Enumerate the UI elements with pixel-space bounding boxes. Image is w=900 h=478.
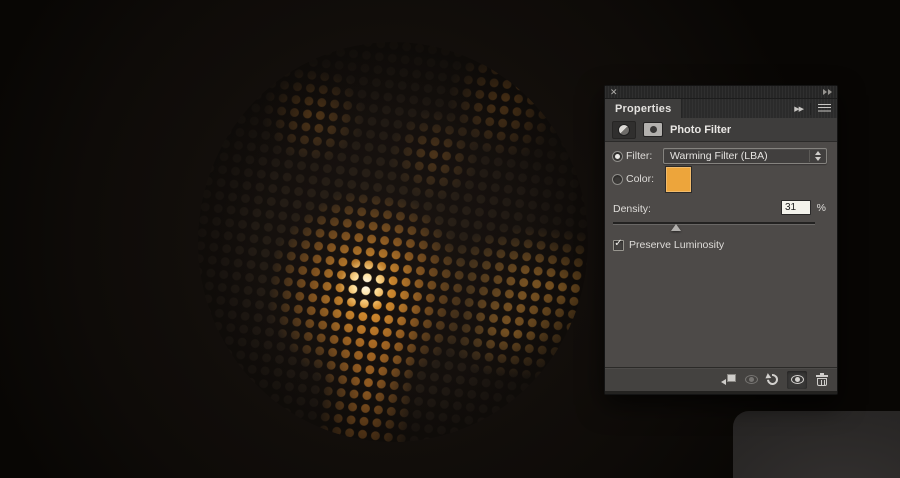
dock-collapse-icon[interactable]	[823, 89, 832, 95]
filter-label: Filter:	[626, 150, 660, 162]
photo-filter-icon[interactable]	[612, 121, 636, 139]
clip-to-layer-icon	[721, 374, 736, 385]
color-label: Color:	[626, 173, 660, 185]
dropdown-arrows-icon	[809, 150, 826, 162]
corner-overlay	[733, 411, 900, 478]
tab-properties[interactable]: Properties	[605, 99, 682, 118]
view-previous-state-button[interactable]	[745, 375, 758, 384]
filter-dropdown[interactable]: Warming Filter (LBA)	[663, 148, 827, 164]
density-slider[interactable]	[613, 222, 815, 232]
collapse-panel-icon[interactable]: ▶▶	[794, 105, 803, 113]
panel-menu-icon[interactable]	[818, 104, 831, 113]
density-unit: %	[817, 202, 826, 214]
tab-label: Properties	[615, 103, 671, 115]
close-icon[interactable]: ✕	[610, 88, 618, 97]
density-slider-track[interactable]	[613, 222, 815, 224]
toggle-visibility-button[interactable]	[787, 371, 807, 389]
reset-button[interactable]	[767, 374, 778, 385]
panel-footer-toolbar	[605, 367, 837, 391]
divider	[810, 103, 811, 115]
preserve-luminosity-label: Preserve Luminosity	[629, 239, 724, 251]
adjustment-header: Photo Filter	[605, 118, 837, 142]
photoshop-canvas: ✕ Properties ▶▶ Photo Filter Filter:	[0, 0, 900, 478]
reset-icon	[767, 374, 778, 385]
panel-bottom-edge	[605, 391, 837, 394]
density-label: Density:	[613, 203, 651, 215]
grille-dot-pattern	[198, 42, 588, 442]
previous-state-eye-icon	[745, 375, 758, 384]
density-input[interactable]	[781, 200, 811, 215]
color-swatch[interactable]	[665, 166, 692, 193]
color-radio[interactable]	[612, 174, 623, 185]
properties-panel: ✕ Properties ▶▶ Photo Filter Filter:	[604, 85, 838, 395]
panel-tabbar: Properties ▶▶	[605, 99, 837, 118]
trash-icon	[816, 373, 828, 386]
filter-dropdown-value: Warming Filter (LBA)	[664, 150, 805, 162]
filter-radio[interactable]	[612, 151, 623, 162]
layer-mask-icon[interactable]	[643, 122, 663, 137]
clip-to-layer-button[interactable]	[721, 374, 736, 385]
speaker-grille-image	[198, 42, 588, 442]
delete-adjustment-button[interactable]	[816, 373, 828, 386]
checkmark-icon: ✓	[614, 239, 622, 249]
panel-body: Filter: Warming Filter (LBA) Color: Dens…	[605, 142, 837, 367]
panel-titlebar[interactable]: ✕	[605, 86, 837, 99]
preserve-luminosity-checkbox[interactable]: ✓	[613, 240, 624, 251]
visibility-eye-icon	[791, 375, 804, 384]
adjustment-title: Photo Filter	[670, 124, 731, 136]
density-slider-thumb[interactable]	[671, 224, 681, 231]
